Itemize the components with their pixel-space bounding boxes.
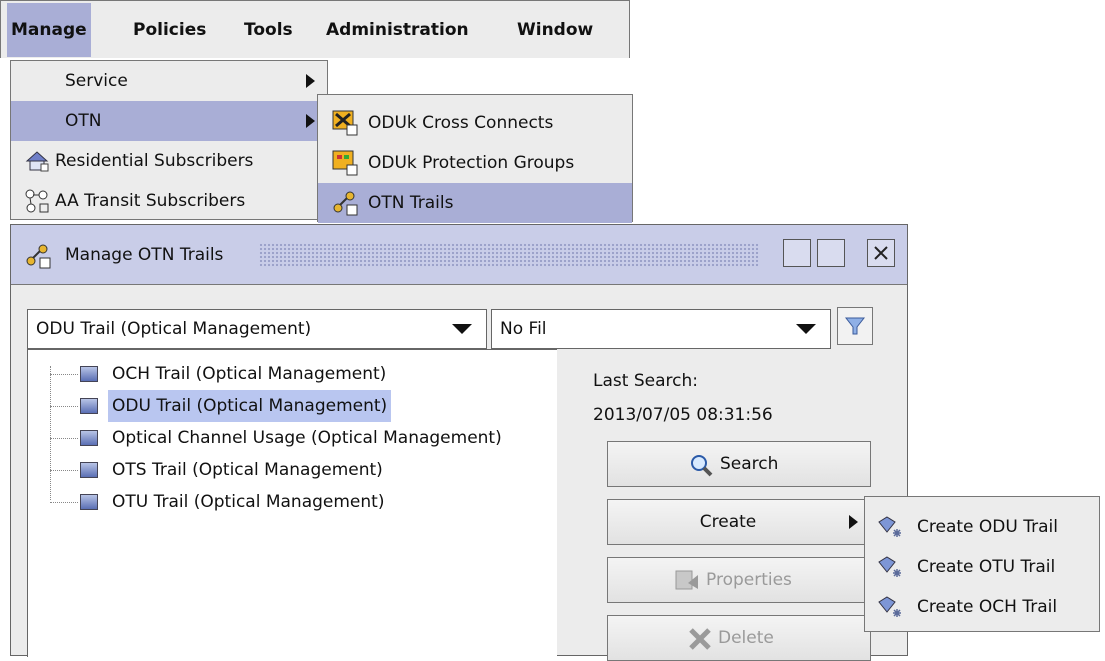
filter-button[interactable] [837,307,873,345]
menu-item-label: AA Transit Subscribers [55,191,246,211]
tree-item-label: OTU Trail (Optical Management) [112,492,385,512]
chevron-down-icon [452,324,472,334]
menu-item-create-och-trail[interactable]: Create OCH Trail [865,587,1099,627]
menu-item-label: ODUk Protection Groups [368,153,575,173]
submenu-arrow-icon [306,74,315,88]
menu-item-aa-transit-subscribers[interactable]: AA Transit Subscribers [11,181,327,221]
tree-node-icon [80,398,98,414]
properties-button[interactable]: Properties [607,557,871,603]
create-submenu: Create ODU Trail Create OTU Trail Create… [864,496,1100,632]
tree-item-label: OCH Trail (Optical Management) [112,364,387,384]
create-trail-icon [878,516,901,537]
tree-node-icon [80,366,98,382]
tree-item-label: ODU Trail (Optical Management) [108,390,392,422]
last-search-value: 2013/07/05 08:31:56 [593,405,773,425]
search-icon [691,455,713,477]
filter-select[interactable]: No Fil [491,309,831,349]
house-icon [25,151,49,172]
menu-item-label: ODUk Cross Connects [368,113,554,133]
menu-item-label: OTN [65,111,102,131]
trails-icon [26,244,51,269]
submenu-arrow-icon [849,515,858,529]
menu-item-create-odu-trail[interactable]: Create ODU Trail [865,507,1099,547]
cross-connect-icon [332,110,358,136]
menu-item-label: Create OCH Trail [917,597,1058,617]
menu-item-create-otu-trail[interactable]: Create OTU Trail [865,547,1099,587]
delete-button-label: Delete [718,628,774,648]
tree-node-icon [80,494,98,510]
object-type-select[interactable]: ODU Trail (Optical Management) [27,309,487,349]
search-button[interactable]: Search [607,441,871,487]
tree-item-och-trail[interactable]: OCH Trail (Optical Management) [28,358,558,390]
menu-item-otn[interactable]: OTN [11,101,327,141]
chevron-down-icon [796,324,816,334]
delete-icon [689,628,711,650]
create-button-label: Create [699,512,757,532]
trails-icon [333,191,358,216]
protection-group-icon [332,150,358,176]
last-search-label: Last Search: [593,371,698,391]
manage-menu: Service OTN Residential Subscribers AA T… [10,60,328,220]
titlebar-texture [259,243,759,267]
menu-item-otn-trails[interactable]: OTN Trails [318,183,632,223]
menu-administration[interactable]: Administration [322,3,473,57]
tree-item-ots-trail[interactable]: OTS Trail (Optical Management) [28,454,558,486]
create-trail-icon [878,556,901,577]
menu-item-label: Service [65,71,128,91]
properties-icon [675,570,698,590]
maximize-icon[interactable] [817,239,845,267]
menu-item-label: Create OTU Trail [917,557,1056,577]
close-icon[interactable] [867,239,895,267]
tree-item-otu-trail[interactable]: OTU Trail (Optical Management) [28,486,558,518]
menu-policies[interactable]: Policies [129,3,210,57]
tree-item-optical-channel-usage[interactable]: Optical Channel Usage (Optical Managemen… [28,422,558,454]
menu-tools[interactable]: Tools [240,3,297,57]
menu-item-label: Residential Subscribers [55,151,254,171]
delete-button[interactable]: Delete [607,615,871,661]
properties-button-label: Properties [706,570,792,590]
filter-value: No Fil [500,319,547,339]
search-button-label: Search [720,454,779,474]
filter-icon [844,317,866,335]
menu-item-oduk-protection-groups[interactable]: ODUk Protection Groups [318,143,632,183]
restore-icon[interactable] [783,239,811,267]
window-title: Manage OTN Trails [65,245,224,265]
menu-item-label: OTN Trails [368,193,454,213]
menu-item-oduk-cross-connects[interactable]: ODUk Cross Connects [318,103,632,143]
network-icon [25,189,49,213]
otn-submenu: ODUk Cross Connects ODUk Protection Grou… [317,94,633,223]
create-trail-icon [878,596,901,617]
tree-node-icon [80,430,98,446]
manage-otn-trails-window: Manage OTN Trails ODU Trail (Optical Man… [10,224,908,661]
tree-item-label: Optical Channel Usage (Optical Managemen… [112,428,502,448]
window-titlebar[interactable]: Manage OTN Trails [11,225,907,285]
tree-node-icon [80,462,98,478]
menu-item-label: Create ODU Trail [917,517,1058,537]
tree-item-odu-trail[interactable]: ODU Trail (Optical Management) [28,390,558,422]
create-button[interactable]: Create [607,499,871,545]
object-type-tree: OCH Trail (Optical Management) ODU Trail… [27,349,557,657]
menu-bar: Manage Policies Tools Administration Win… [0,0,630,58]
menu-item-service[interactable]: Service [11,61,327,101]
tree-item-label: OTS Trail (Optical Management) [112,460,383,480]
object-type-value: ODU Trail (Optical Management) [36,319,312,339]
submenu-arrow-icon [306,114,315,128]
menu-manage[interactable]: Manage [7,3,91,57]
menu-item-residential-subscribers[interactable]: Residential Subscribers [11,141,327,181]
menu-window[interactable]: Window [513,3,597,57]
